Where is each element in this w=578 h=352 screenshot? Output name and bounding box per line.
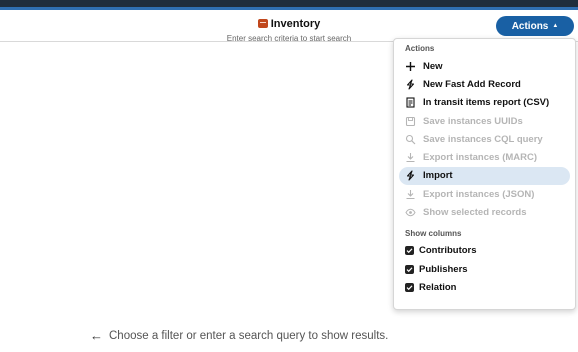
column-toggle-publishers[interactable]: Publishers xyxy=(399,260,570,278)
save-icon xyxy=(405,116,416,127)
menu-item-save-instances-uuids[interactable]: Save instances UUIDs xyxy=(399,112,570,130)
caret-up-icon: ▲ xyxy=(552,23,559,29)
search-icon xyxy=(405,134,416,145)
empty-results-text: Choose a filter or enter a search query … xyxy=(109,330,389,342)
menu-item-show-selected-records[interactable]: Show selected records xyxy=(399,203,570,221)
menu-item-new-fast-add-record[interactable]: New Fast Add Record xyxy=(399,75,570,93)
actions-button-label: Actions xyxy=(511,20,549,32)
menu-item-export-marc[interactable]: Export instances (MARC) xyxy=(399,148,570,166)
menu-item-label: In transit items report (CSV) xyxy=(423,97,550,109)
menu-item-new[interactable]: New xyxy=(399,57,570,75)
inventory-icon xyxy=(257,19,268,28)
menu-item-in-transit-report[interactable]: In transit items report (CSV) xyxy=(399,94,570,112)
menu-item-label: New xyxy=(423,60,443,72)
column-toggle-label: Contributors xyxy=(419,245,477,257)
arrow-left-icon: ← xyxy=(90,328,103,343)
menu-item-export-json[interactable]: Export instances (JSON) xyxy=(399,185,570,203)
menu-item-save-instances-cql[interactable]: Save instances CQL query xyxy=(399,130,570,148)
pane-title-text: Inventory xyxy=(270,17,321,30)
column-toggle-label: Relation xyxy=(419,281,457,293)
eye-icon xyxy=(405,207,416,218)
column-toggle-relation[interactable]: Relation xyxy=(399,278,570,296)
menu-item-import[interactable]: Import xyxy=(399,166,570,186)
pane-title: Inventory xyxy=(257,17,321,30)
empty-results-message: ← Choose a filter or enter a search quer… xyxy=(90,328,389,343)
menu-item-label: New Fast Add Record xyxy=(423,78,521,90)
checkbox-checked-icon[interactable] xyxy=(405,264,414,274)
download-icon xyxy=(405,189,416,200)
menu-item-label: Export instances (JSON) xyxy=(423,188,535,200)
checkbox-checked-icon[interactable] xyxy=(405,282,414,292)
lightning-icon xyxy=(405,170,416,181)
actions-section-heading: Actions xyxy=(405,44,435,53)
menu-item-label: Show selected records xyxy=(423,207,527,219)
column-toggle-label: Publishers xyxy=(419,263,468,275)
menu-item-label: Export instances (MARC) xyxy=(423,152,538,164)
menu-item-label: Save instances CQL query xyxy=(423,133,543,145)
checkbox-checked-icon[interactable] xyxy=(405,246,414,256)
report-icon xyxy=(405,97,416,108)
column-toggle-contributors[interactable]: Contributors xyxy=(399,242,570,260)
download-icon xyxy=(405,152,416,163)
menu-item-label: Save instances UUIDs xyxy=(423,115,523,127)
plus-icon xyxy=(405,61,416,72)
actions-button[interactable]: Actions ▲ xyxy=(496,16,574,36)
top-navigation-bar xyxy=(0,0,578,10)
actions-dropdown-menu: Actions New New Fast Add Record In trans… xyxy=(393,38,576,310)
lightning-icon xyxy=(405,79,416,90)
show-columns-heading: Show columns xyxy=(405,228,462,238)
menu-item-label: Import xyxy=(423,170,453,182)
